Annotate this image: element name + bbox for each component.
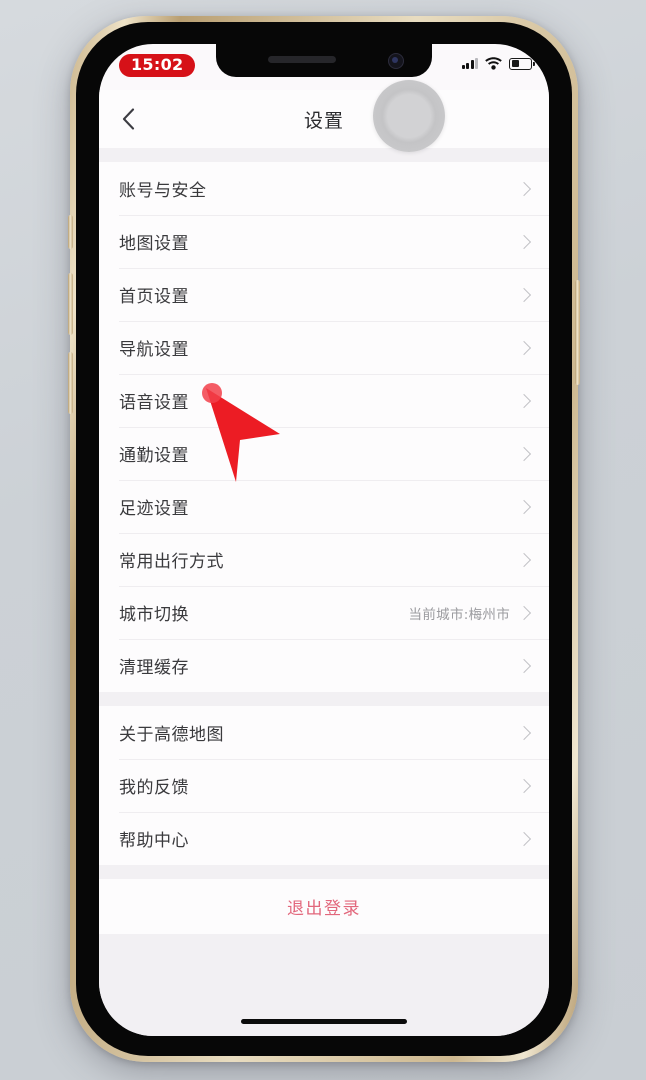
chevron-right-icon: [516, 340, 532, 355]
status-icons: [461, 57, 535, 70]
chevron-right-icon: [516, 234, 532, 249]
settings-row-map-settings[interactable]: 地图设置: [99, 215, 549, 268]
row-label: 账号与安全: [119, 181, 207, 201]
settings-row-clear-cache[interactable]: 清理缓存: [99, 639, 549, 692]
battery-low-icon: [509, 57, 535, 70]
row-label: 清理缓存: [119, 658, 189, 678]
settings-group-main: 账号与安全 地图设置 首页设置 导航设置 语音设置 通勤设置 足迹设置 常用出行…: [99, 162, 549, 692]
settings-row-navigation-settings[interactable]: 导航设置: [99, 321, 549, 374]
wifi-icon: [485, 57, 502, 70]
settings-row-account-security[interactable]: 账号与安全: [99, 162, 549, 215]
row-label: 帮助中心: [119, 831, 189, 851]
row-label: 足迹设置: [119, 499, 189, 519]
section-gap-middle: [99, 692, 549, 706]
chevron-right-icon: [516, 605, 532, 620]
cellular-signal-icon: [461, 58, 478, 69]
settings-row-travel-mode[interactable]: 常用出行方式: [99, 533, 549, 586]
row-label: 地图设置: [119, 234, 189, 254]
status-time: 15:02: [119, 54, 196, 77]
settings-group-about: 关于高德地图 我的反馈 帮助中心: [99, 706, 549, 865]
row-label: 通勤设置: [119, 446, 189, 466]
settings-content: 账号与安全 地图设置 首页设置 导航设置 语音设置 通勤设置 足迹设置 常用出行…: [99, 148, 549, 1036]
row-label: 首页设置: [119, 287, 189, 307]
page-header: 设置: [99, 90, 549, 148]
section-gap-logout: [99, 865, 549, 879]
silent-switch-button[interactable]: [68, 215, 73, 249]
chevron-right-icon: [516, 658, 532, 673]
settings-row-voice-settings[interactable]: 语音设置: [99, 374, 549, 427]
chevron-right-icon: [516, 446, 532, 461]
chevron-right-icon: [516, 778, 532, 793]
settings-row-about-amap[interactable]: 关于高德地图: [99, 706, 549, 759]
chevron-right-icon: [516, 287, 532, 302]
volume-up-button[interactable]: [68, 273, 73, 335]
home-indicator[interactable]: [241, 1019, 407, 1024]
page-title: 设置: [303, 109, 344, 132]
row-label: 城市切换: [119, 605, 189, 625]
chevron-right-icon: [516, 499, 532, 514]
volume-down-button[interactable]: [68, 352, 73, 414]
assistive-touch-button[interactable]: [373, 80, 445, 152]
settings-row-homepage-settings[interactable]: 首页设置: [99, 268, 549, 321]
settings-row-footprint-settings[interactable]: 足迹设置: [99, 480, 549, 533]
chevron-right-icon: [516, 181, 532, 196]
row-label: 常用出行方式: [119, 552, 224, 572]
settings-row-commute-settings[interactable]: 通勤设置: [99, 427, 549, 480]
status-bar: 15:02: [99, 44, 549, 90]
settings-row-city-switch[interactable]: 城市切换 当前城市:梅州市: [99, 586, 549, 639]
chevron-left-icon: [122, 108, 134, 130]
chevron-right-icon: [516, 831, 532, 846]
chevron-right-icon: [516, 552, 532, 567]
section-gap-top: [99, 148, 549, 162]
chevron-right-icon: [516, 725, 532, 740]
row-label: 导航设置: [119, 340, 189, 360]
settings-row-my-feedback[interactable]: 我的反馈: [99, 759, 549, 812]
logout-label: 退出登录: [287, 899, 361, 919]
screenshot-stage: 15:02 设置 账号与安全 地图设置 首页设置 导航设置 语音设置 通勤设置 …: [0, 0, 646, 1080]
phone-screen: 15:02 设置 账号与安全 地图设置 首页设置 导航设置 语音设置 通勤设置 …: [99, 44, 549, 1036]
row-label: 关于高德地图: [119, 725, 224, 745]
power-button[interactable]: [575, 280, 580, 385]
row-label: 语音设置: [119, 393, 189, 413]
back-button[interactable]: [99, 90, 157, 148]
chevron-right-icon: [516, 393, 532, 408]
row-label: 我的反馈: [119, 778, 189, 798]
row-value-current-city: 当前城市:梅州市: [408, 606, 510, 623]
settings-row-help-center[interactable]: 帮助中心: [99, 812, 549, 865]
logout-button[interactable]: 退出登录: [99, 879, 549, 934]
